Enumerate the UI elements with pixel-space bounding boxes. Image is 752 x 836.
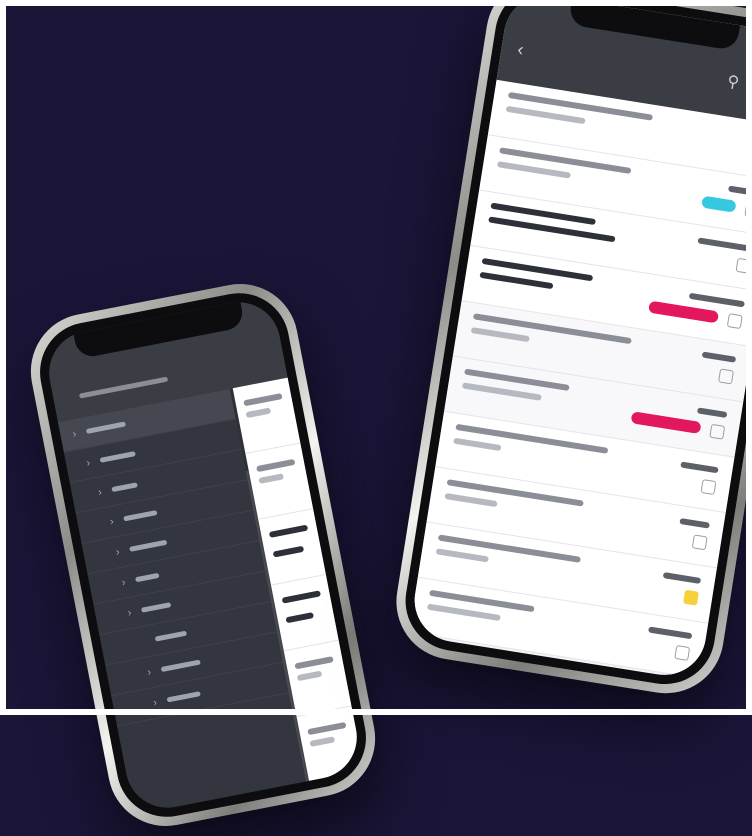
right-phone-bezel: ‹ ⚲ ✎ — [398, 0, 752, 692]
checkbox-icon[interactable] — [674, 644, 691, 662]
search-icon[interactable]: ⚲ — [722, 71, 745, 94]
left-nav-label — [85, 421, 127, 434]
right-item-list — [408, 79, 752, 681]
chevron-icon: › — [85, 456, 92, 470]
right-phone: ‹ ⚲ ✎ — [388, 0, 752, 702]
checkbox-icon[interactable] — [709, 423, 726, 440]
checkbox-icon[interactable] — [744, 202, 752, 219]
chevron-icon: › — [152, 696, 159, 710]
left-nav-label — [140, 602, 172, 613]
left-nav-label — [154, 630, 188, 642]
left-app-body: › › › › › › › › › — [58, 377, 365, 815]
checkbox-icon[interactable] — [735, 257, 752, 274]
checkbox-icon[interactable] — [717, 368, 735, 385]
chevron-icon: › — [71, 428, 78, 441]
checkbox-icon[interactable] — [700, 479, 717, 496]
left-nav-label — [160, 659, 201, 673]
badge-icon — [682, 589, 699, 606]
status-tag — [630, 411, 702, 435]
left-nav-label — [99, 451, 136, 463]
left-nav-label — [123, 510, 158, 522]
left-phone: › › › › › › › › › — [20, 274, 386, 836]
left-nav-label — [111, 482, 138, 493]
chevron-icon: › — [97, 486, 103, 499]
left-nav-label — [135, 572, 160, 583]
status-tag — [701, 195, 737, 213]
left-nav-label — [166, 691, 201, 703]
chevron-icon: › — [146, 666, 153, 679]
chevron-icon: › — [120, 576, 127, 589]
checkbox-icon[interactable] — [691, 534, 708, 551]
right-phone-screen: ‹ ⚲ ✎ — [408, 0, 752, 681]
left-phone-screen: › › › › › › › › › — [41, 295, 365, 815]
chevron-icon: › — [126, 606, 133, 620]
left-phone-bezel: › › › › › › › › › — [31, 284, 375, 826]
chevron-icon: › — [108, 515, 115, 529]
checkbox-icon[interactable] — [726, 313, 743, 330]
status-tag — [648, 300, 720, 324]
left-app-subtitle — [78, 376, 169, 399]
left-panel-row[interactable] — [312, 785, 365, 815]
left-panel-row[interactable] — [235, 391, 301, 455]
back-icon[interactable]: ‹ — [516, 39, 525, 61]
chevron-icon: › — [114, 545, 121, 559]
left-nav-label — [129, 539, 168, 552]
